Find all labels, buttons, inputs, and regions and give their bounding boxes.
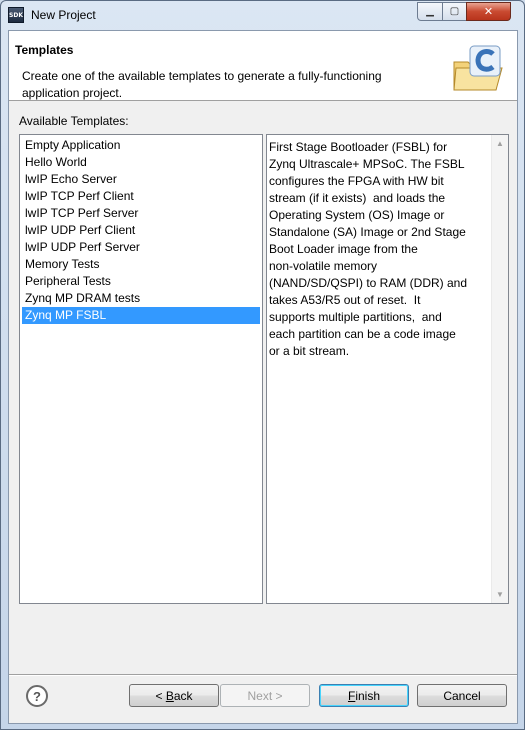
window-title: New Project (31, 8, 96, 22)
close-button[interactable]: ✕ (466, 2, 511, 21)
back-prefix: < (155, 688, 166, 703)
template-zynq-mp-fsbl[interactable]: Zynq MP FSBL (22, 307, 260, 324)
templates-list[interactable]: Empty Application Hello World lwIP Echo … (19, 134, 263, 604)
minimize-button[interactable]: ▁ (417, 2, 443, 21)
back-button[interactable]: < Back (129, 684, 219, 707)
back-mnemonic: B (165, 688, 174, 703)
template-description-panel: First Stage Bootloader (FSBL) for Zynq U… (266, 134, 509, 604)
button-bar-separator (9, 674, 517, 676)
finish-mnemonic: F (347, 688, 356, 703)
template-hello-world[interactable]: Hello World (22, 154, 260, 171)
wizard-header: Templates Create one of the available te… (9, 31, 517, 101)
next-button[interactable]: Next > (220, 684, 310, 707)
finish-rest: inish (355, 688, 381, 703)
minimize-icon: ▁ (426, 6, 434, 17)
maximize-button[interactable]: ▢ (442, 2, 467, 21)
template-lwip-udp-perf-server[interactable]: lwIP UDP Perf Server (22, 239, 260, 256)
folder-c-icon (453, 45, 503, 91)
dialog-client-area: Templates Create one of the available te… (8, 30, 518, 724)
template-memory-tests[interactable]: Memory Tests (22, 256, 260, 273)
sdk-app-icon: SDK (8, 7, 24, 23)
finish-button[interactable]: Finish (319, 684, 409, 707)
template-description-text: First Stage Bootloader (FSBL) for Zynq U… (269, 140, 468, 358)
maximize-icon: ▢ (449, 6, 460, 17)
template-lwip-tcp-perf-client[interactable]: lwIP TCP Perf Client (22, 188, 260, 205)
close-icon: ✕ (483, 6, 494, 18)
available-templates-label: Available Templates: (19, 114, 129, 128)
description-scrollbar[interactable]: ▲ ▼ (491, 135, 508, 603)
template-zynq-mp-dram-tests[interactable]: Zynq MP DRAM tests (22, 290, 260, 307)
template-empty-application[interactable]: Empty Application (22, 137, 260, 154)
title-bar[interactable]: SDK New Project ▁ ▢ ✕ (1, 1, 524, 30)
back-rest: ack (173, 688, 193, 703)
template-lwip-tcp-perf-server[interactable]: lwIP TCP Perf Server (22, 205, 260, 222)
scroll-down-icon[interactable]: ▼ (492, 586, 508, 603)
cancel-button[interactable]: Cancel (417, 684, 507, 707)
scroll-up-icon[interactable]: ▲ (492, 135, 508, 152)
help-icon[interactable]: ? (26, 685, 48, 707)
new-project-window: SDK New Project ▁ ▢ ✕ Templates Create o… (0, 0, 525, 730)
template-lwip-udp-perf-client[interactable]: lwIP UDP Perf Client (22, 222, 260, 239)
template-lwip-echo-server[interactable]: lwIP Echo Server (22, 171, 260, 188)
template-peripheral-tests[interactable]: Peripheral Tests (22, 273, 260, 290)
page-title: Templates (15, 43, 74, 57)
page-description: Create one of the available templates to… (22, 69, 382, 100)
